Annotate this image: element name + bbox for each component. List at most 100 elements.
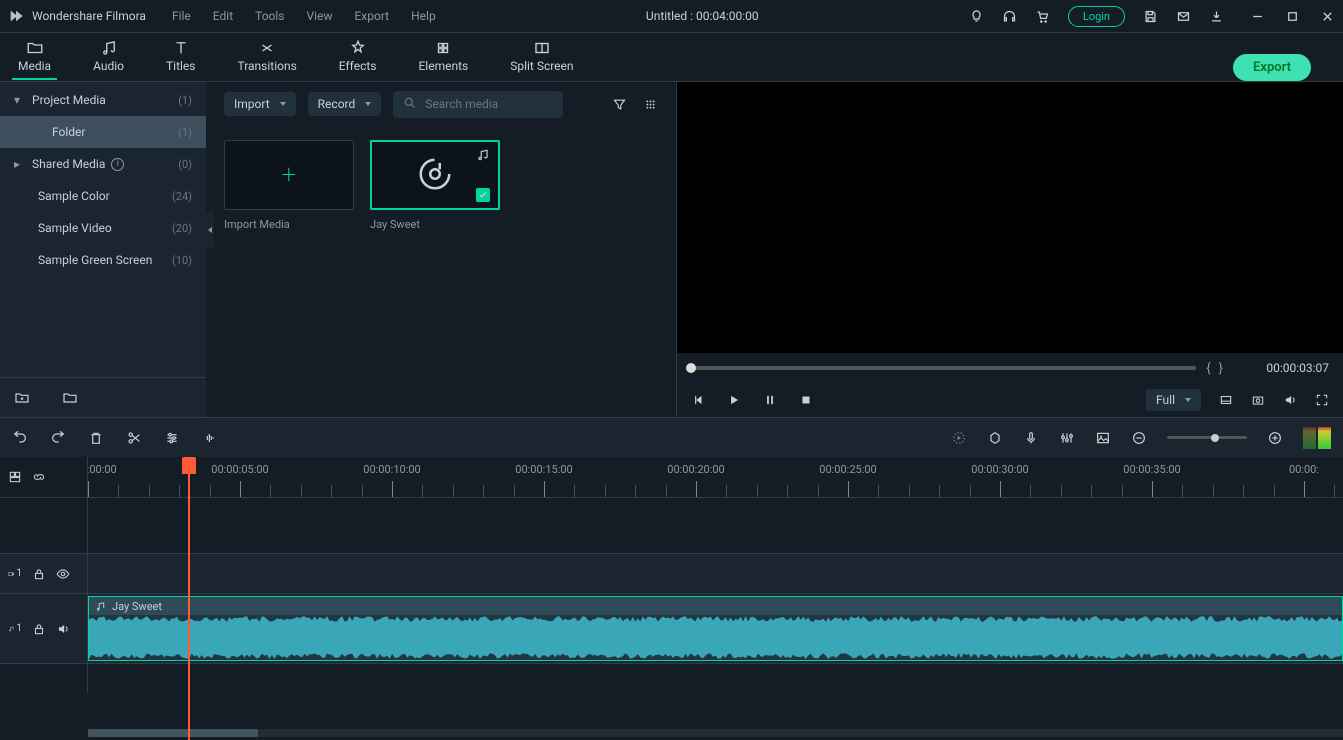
zoom-slider[interactable] (1167, 436, 1247, 439)
search-input[interactable] (425, 97, 553, 111)
quality-label: Full (1156, 393, 1175, 407)
save-icon[interactable] (1143, 9, 1158, 24)
headphones-icon[interactable] (1002, 9, 1017, 24)
menu-help[interactable]: Help (411, 9, 436, 23)
split-icon (533, 39, 551, 57)
scrollbar-thumb[interactable] (88, 729, 258, 737)
zoom-thumb[interactable] (1211, 434, 1219, 442)
media-tile-jay-sweet[interactable]: Jay Sweet (370, 140, 500, 403)
collapse-sidebar-button[interactable] (206, 212, 214, 248)
tab-effects[interactable]: Effects (333, 34, 383, 80)
menu-view[interactable]: View (307, 9, 333, 23)
mute-icon[interactable] (56, 622, 70, 636)
zoom-in-icon[interactable] (1267, 430, 1283, 446)
maximize-icon[interactable] (1285, 9, 1300, 24)
main-toolbar: Media Audio Titles Transitions Effects E… (0, 32, 1343, 82)
detach-preview-icon[interactable] (1219, 393, 1233, 407)
fullscreen-icon[interactable] (1315, 393, 1329, 407)
minimize-icon[interactable] (1250, 9, 1265, 24)
tab-transitions[interactable]: Transitions (231, 34, 302, 80)
login-button[interactable]: Login (1068, 6, 1125, 27)
tab-transitions-label: Transitions (237, 59, 296, 73)
tab-media[interactable]: Media (12, 34, 57, 80)
volume-icon[interactable] (1283, 393, 1297, 407)
app-logo-icon (8, 8, 24, 24)
menu-export[interactable]: Export (354, 9, 389, 23)
audio-track-icon: 1 (8, 622, 22, 636)
transitions-icon (258, 39, 276, 57)
adjust-icon[interactable] (164, 430, 180, 446)
track-manager-icon[interactable] (8, 470, 22, 484)
download-icon[interactable] (1209, 9, 1224, 24)
sidebar-item-sample-video[interactable]: Sample Video (20) (0, 212, 206, 244)
stop-icon[interactable] (799, 393, 813, 407)
quality-dropdown[interactable]: Full (1146, 389, 1201, 411)
open-folder-icon[interactable] (62, 390, 78, 406)
tab-audio[interactable]: Audio (87, 34, 130, 80)
prev-frame-icon[interactable] (691, 393, 705, 407)
timeline-ruler[interactable]: 00:00:00:0000:00:05:0000:00:10:0000:00:1… (88, 457, 1343, 497)
lock-icon[interactable] (32, 622, 46, 636)
preview-canvas[interactable] (677, 82, 1343, 353)
record-label: Record (318, 97, 356, 111)
tab-media-label: Media (18, 59, 51, 73)
zoom-out-icon[interactable] (1131, 430, 1147, 446)
mark-in-out-icon[interactable]: {} (1206, 361, 1231, 376)
check-icon (476, 188, 490, 202)
menu-tools[interactable]: Tools (255, 9, 284, 23)
video-track-1[interactable]: 1 (0, 553, 1343, 593)
sidebar-item-project-media[interactable]: ▾ Project Media (1) (0, 84, 206, 116)
import-dropdown[interactable]: Import (224, 92, 296, 116)
filter-icon[interactable] (612, 97, 627, 112)
eye-icon[interactable] (56, 567, 70, 581)
delete-icon[interactable] (88, 430, 104, 446)
redo-icon[interactable] (50, 430, 66, 446)
audio-meter[interactable] (1303, 427, 1331, 449)
grid-view-icon[interactable] (643, 97, 658, 112)
tab-split-screen[interactable]: Split Screen (504, 34, 579, 80)
split-clip-icon[interactable] (126, 430, 142, 446)
clip-label: Jay Sweet (112, 600, 162, 613)
export-button[interactable]: Export (1233, 54, 1311, 81)
voiceover-icon[interactable] (1023, 430, 1039, 446)
preview-scrub: {} 00:00:03:07 (677, 353, 1343, 383)
link-icon[interactable] (32, 470, 46, 484)
image-icon[interactable] (1095, 430, 1111, 446)
close-icon[interactable] (1320, 9, 1335, 24)
play-icon[interactable] (727, 393, 741, 407)
tile-label: Import Media (224, 218, 354, 231)
lock-icon[interactable] (32, 567, 46, 581)
render-preview-icon[interactable] (951, 430, 967, 446)
message-icon[interactable] (1176, 9, 1191, 24)
audio-waveform-icon[interactable] (202, 430, 218, 446)
search-box[interactable] (393, 91, 563, 118)
record-dropdown[interactable]: Record (308, 92, 382, 116)
ruler-row: 00:00:00:0000:00:05:0000:00:10:0000:00:1… (0, 457, 1343, 497)
timeline-toolbar (0, 417, 1343, 457)
sidebar-item-sample-color[interactable]: Sample Color (24) (0, 180, 206, 212)
sidebar-item-sample-green[interactable]: Sample Green Screen (10) (0, 244, 206, 276)
menu-edit[interactable]: Edit (213, 9, 233, 23)
marker-icon[interactable] (987, 430, 1003, 446)
import-media-tile[interactable]: + Import Media (224, 140, 354, 403)
idea-icon[interactable] (969, 9, 984, 24)
audio-track-1[interactable]: 1 Jay Sweet (0, 593, 1343, 663)
sidebar-list: ▾ Project Media (1) Folder (1) ▸ Shared … (0, 82, 206, 377)
timeline-scrollbar[interactable] (0, 726, 1343, 740)
menu-file[interactable]: File (172, 9, 191, 23)
snapshot-icon[interactable] (1251, 393, 1265, 407)
video-track-head: 1 (0, 554, 88, 593)
sidebar-item-count: (24) (172, 190, 192, 203)
scrub-slider[interactable] (691, 366, 1196, 370)
pause-icon[interactable] (763, 393, 777, 407)
audio-mixer-icon[interactable] (1059, 430, 1075, 446)
tab-titles[interactable]: Titles (160, 34, 201, 80)
tab-elements[interactable]: Elements (412, 34, 474, 80)
audio-clip-jay-sweet[interactable]: Jay Sweet (88, 596, 1343, 661)
cart-icon[interactable] (1035, 9, 1050, 24)
scrub-thumb[interactable] (686, 363, 696, 373)
sidebar-item-shared-media[interactable]: ▸ Shared Media i (0) (0, 148, 206, 180)
sidebar-item-folder[interactable]: Folder (1) (0, 116, 206, 148)
undo-icon[interactable] (12, 430, 28, 446)
new-folder-icon[interactable] (14, 390, 30, 406)
